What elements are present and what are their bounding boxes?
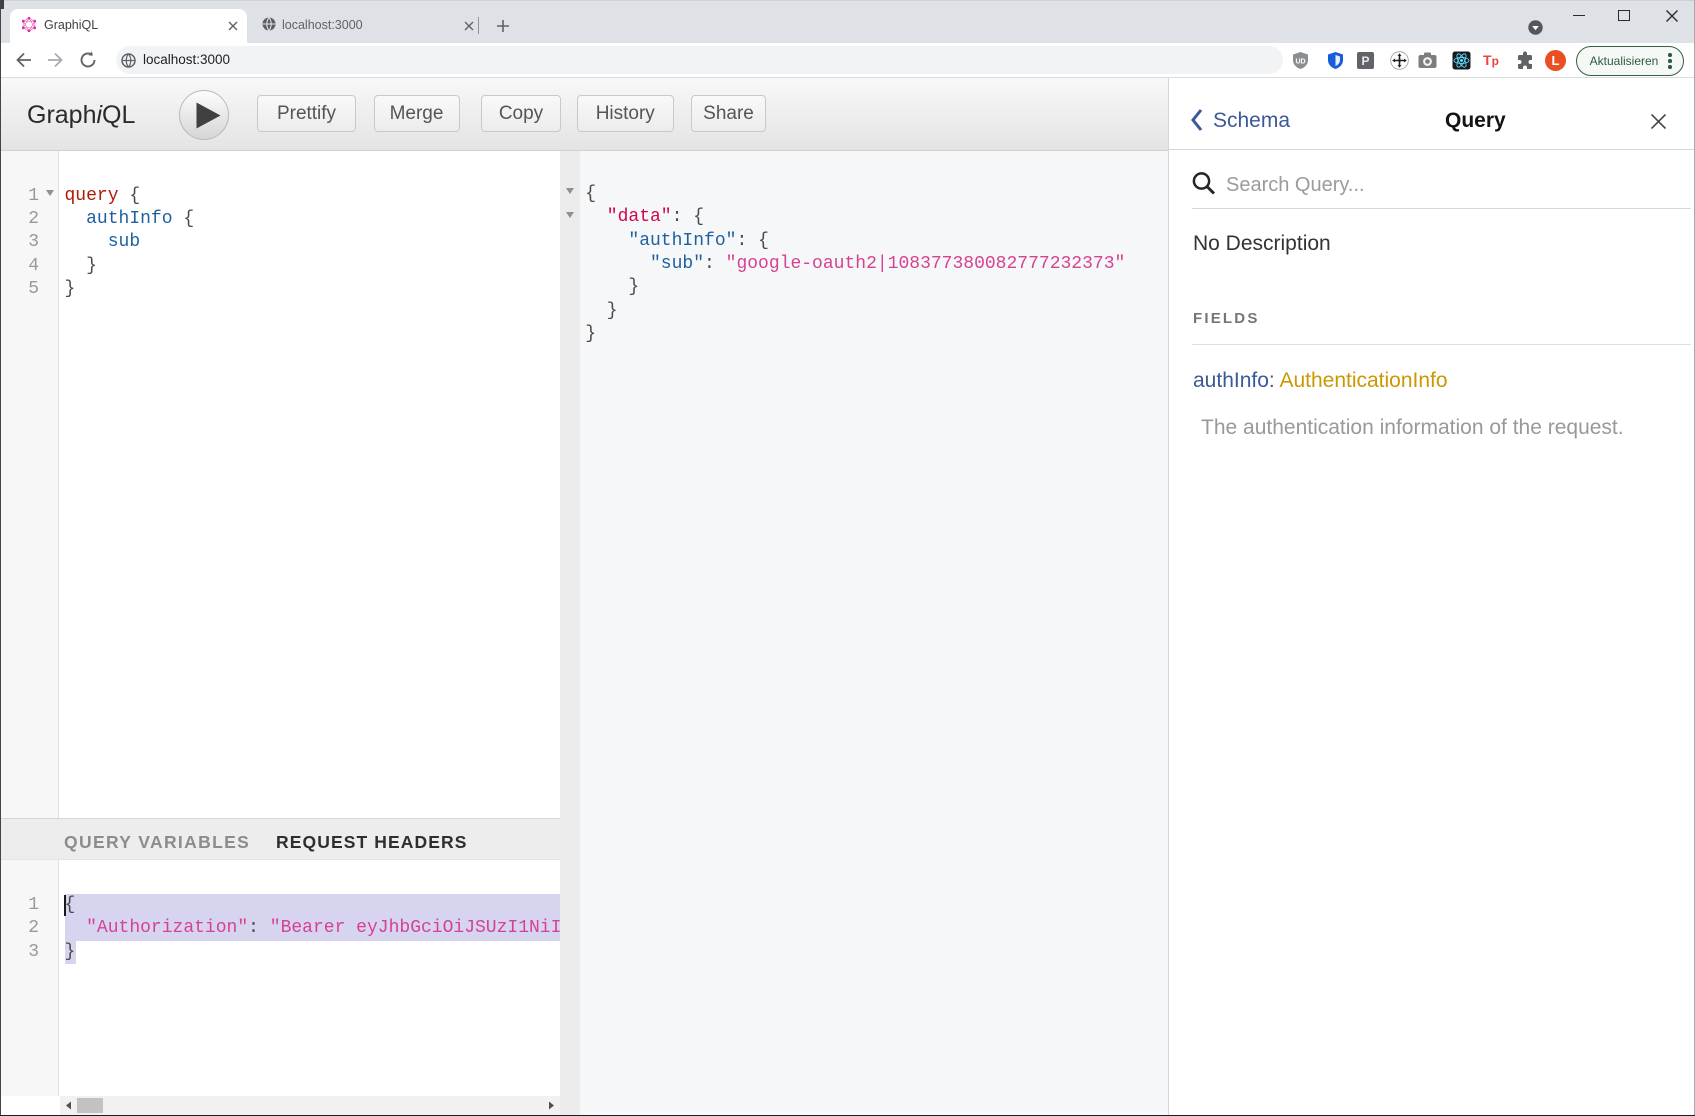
svg-text:UD: UD: [1295, 59, 1305, 66]
svg-text:P: P: [1361, 54, 1369, 68]
